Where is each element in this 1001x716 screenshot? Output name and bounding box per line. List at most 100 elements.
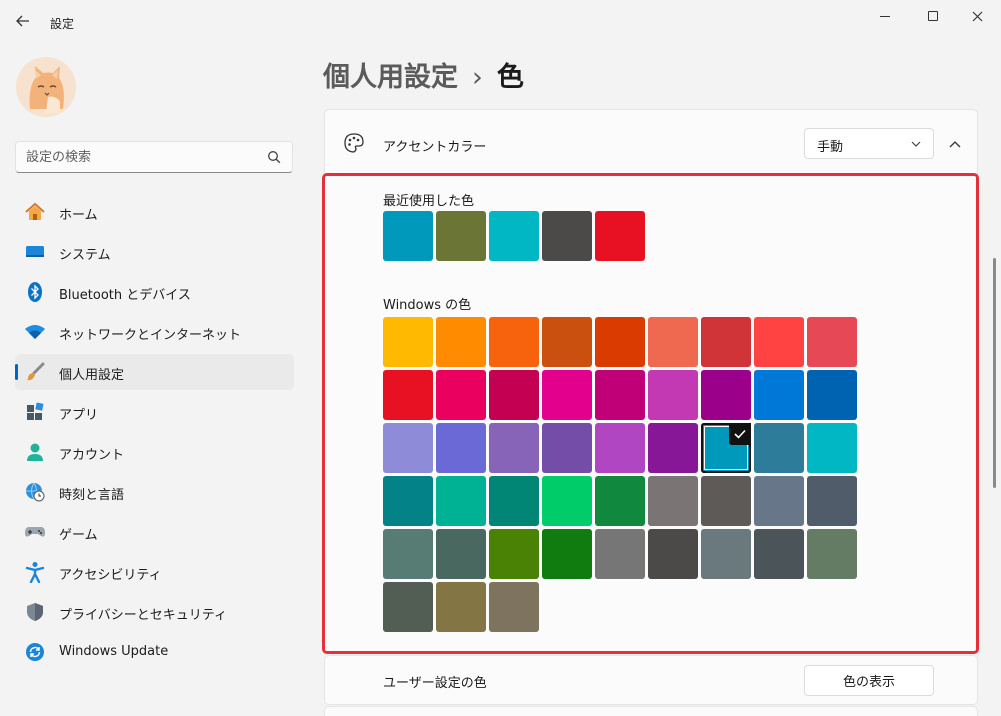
windows-color-swatch[interactable]: [489, 582, 539, 632]
windows-color-swatch[interactable]: [595, 476, 645, 526]
windows-color-swatch[interactable]: [383, 317, 433, 367]
recent-color-swatch[interactable]: [436, 211, 486, 261]
sidebar-item-label: Windows Update: [59, 644, 169, 659]
windows-color-swatch[interactable]: [595, 529, 645, 579]
sidebar-item-label: 個人用設定: [59, 368, 125, 383]
windows-color-swatch[interactable]: [754, 476, 804, 526]
windows-color-swatch[interactable]: [701, 370, 751, 420]
sidebar-item-accounts[interactable]: アカウント: [15, 434, 294, 470]
cat-avatar-image: [16, 57, 76, 117]
shield-icon: [24, 601, 46, 623]
recent-color-swatch[interactable]: [383, 211, 433, 261]
update-icon: [24, 641, 46, 663]
sidebar-item-windows-update[interactable]: Windows Update: [15, 634, 294, 670]
sidebar-item-home[interactable]: ホーム: [15, 194, 294, 230]
windows-color-swatch[interactable]: [648, 317, 698, 367]
sidebar-item-time-language[interactable]: 時刻と言語: [15, 474, 294, 510]
apps-icon: [24, 401, 46, 423]
palette-icon: [344, 133, 364, 153]
windows-color-swatch[interactable]: [436, 476, 486, 526]
person-icon: [24, 441, 46, 463]
windows-color-swatch[interactable]: [807, 529, 857, 579]
windows-color-swatch[interactable]: [436, 582, 486, 632]
sidebar-item-label: ホーム: [59, 208, 98, 223]
windows-color-swatch[interactable]: [383, 582, 433, 632]
windows-color-swatch[interactable]: [701, 476, 751, 526]
back-button[interactable]: [10, 8, 36, 34]
windows-color-swatch[interactable]: [648, 529, 698, 579]
windows-color-swatch[interactable]: [542, 476, 592, 526]
wifi-icon: [24, 321, 46, 343]
sidebar-item-system[interactable]: システム: [15, 234, 294, 270]
windows-color-swatch[interactable]: [383, 370, 433, 420]
recent-color-swatch[interactable]: [489, 211, 539, 261]
windows-color-swatch[interactable]: [542, 529, 592, 579]
windows-color-swatch[interactable]: [595, 317, 645, 367]
sidebar-item-label: ゲーム: [59, 528, 98, 543]
windows-color-swatch[interactable]: [383, 529, 433, 579]
recent-colors-label: 最近使用した色: [383, 194, 475, 209]
sidebar-item-network[interactable]: ネットワークとインターネット: [15, 314, 294, 350]
accent-colors-panel: 最近使用した色 Windows の色: [322, 173, 979, 654]
search-input[interactable]: [26, 148, 256, 166]
search-box[interactable]: [15, 141, 293, 173]
view-colors-button[interactable]: 色の表示: [804, 665, 934, 696]
windows-color-swatch[interactable]: [595, 370, 645, 420]
windows-color-swatch[interactable]: [489, 529, 539, 579]
windows-color-swatch[interactable]: [648, 423, 698, 473]
windows-color-swatch[interactable]: [701, 529, 751, 579]
search-icon[interactable]: [267, 150, 281, 164]
sidebar-item-label: アクセシビリティ: [59, 568, 162, 583]
close-icon: [972, 11, 982, 21]
windows-color-swatch[interactable]: [754, 423, 804, 473]
sidebar-item-bluetooth[interactable]: Bluetooth とデバイス: [15, 274, 294, 310]
recent-color-swatch[interactable]: [542, 211, 592, 261]
close-button[interactable]: [954, 0, 1000, 32]
sidebar-item-label: アカウント: [59, 448, 125, 463]
windows-color-swatch[interactable]: [489, 423, 539, 473]
windows-color-swatch[interactable]: [542, 317, 592, 367]
windows-color-swatch[interactable]: [436, 317, 486, 367]
checkmark-icon: [729, 423, 751, 445]
sidebar-item-accessibility[interactable]: アクセシビリティ: [15, 554, 294, 590]
windows-color-swatch[interactable]: [807, 476, 857, 526]
sidebar-item-personalization[interactable]: 個人用設定: [15, 354, 294, 390]
windows-color-swatch[interactable]: [383, 476, 433, 526]
scrollbar[interactable]: [993, 258, 996, 488]
custom-color-label: ユーザー設定の色: [383, 676, 487, 691]
recent-color-swatch[interactable]: [595, 211, 645, 261]
windows-color-swatch[interactable]: [542, 423, 592, 473]
maximize-icon: [928, 11, 938, 21]
avatar[interactable]: [16, 57, 76, 117]
windows-color-swatch[interactable]: [648, 370, 698, 420]
windows-color-swatch[interactable]: [542, 370, 592, 420]
windows-color-swatch[interactable]: [754, 370, 804, 420]
windows-color-swatch[interactable]: [489, 317, 539, 367]
windows-color-swatch[interactable]: [436, 423, 486, 473]
windows-color-swatch-selected[interactable]: [701, 423, 751, 473]
windows-color-swatch[interactable]: [595, 423, 645, 473]
minimize-button[interactable]: [862, 0, 908, 32]
breadcrumb-parent[interactable]: 個人用設定: [323, 62, 458, 93]
accent-mode-dropdown[interactable]: 手動: [804, 128, 934, 159]
windows-color-swatch[interactable]: [807, 370, 857, 420]
windows-color-swatch[interactable]: [754, 317, 804, 367]
windows-color-swatch[interactable]: [807, 423, 857, 473]
sidebar-item-gaming[interactable]: ゲーム: [15, 514, 294, 550]
chevron-down-icon: [911, 141, 921, 147]
windows-color-swatch[interactable]: [489, 370, 539, 420]
collapse-button[interactable]: [941, 130, 969, 158]
sidebar-item-label: アプリ: [59, 408, 99, 423]
sidebar-item-privacy-security[interactable]: プライバシーとセキュリティ: [15, 594, 294, 630]
maximize-button[interactable]: [910, 0, 956, 32]
sidebar-item-label: システム: [59, 248, 111, 263]
windows-color-swatch[interactable]: [383, 423, 433, 473]
windows-color-swatch[interactable]: [648, 476, 698, 526]
windows-color-swatch[interactable]: [807, 317, 857, 367]
windows-color-swatch[interactable]: [489, 476, 539, 526]
windows-color-swatch[interactable]: [436, 529, 486, 579]
windows-color-swatch[interactable]: [436, 370, 486, 420]
windows-color-swatch[interactable]: [701, 317, 751, 367]
sidebar-item-apps[interactable]: アプリ: [15, 394, 294, 430]
windows-color-swatch[interactable]: [754, 529, 804, 579]
